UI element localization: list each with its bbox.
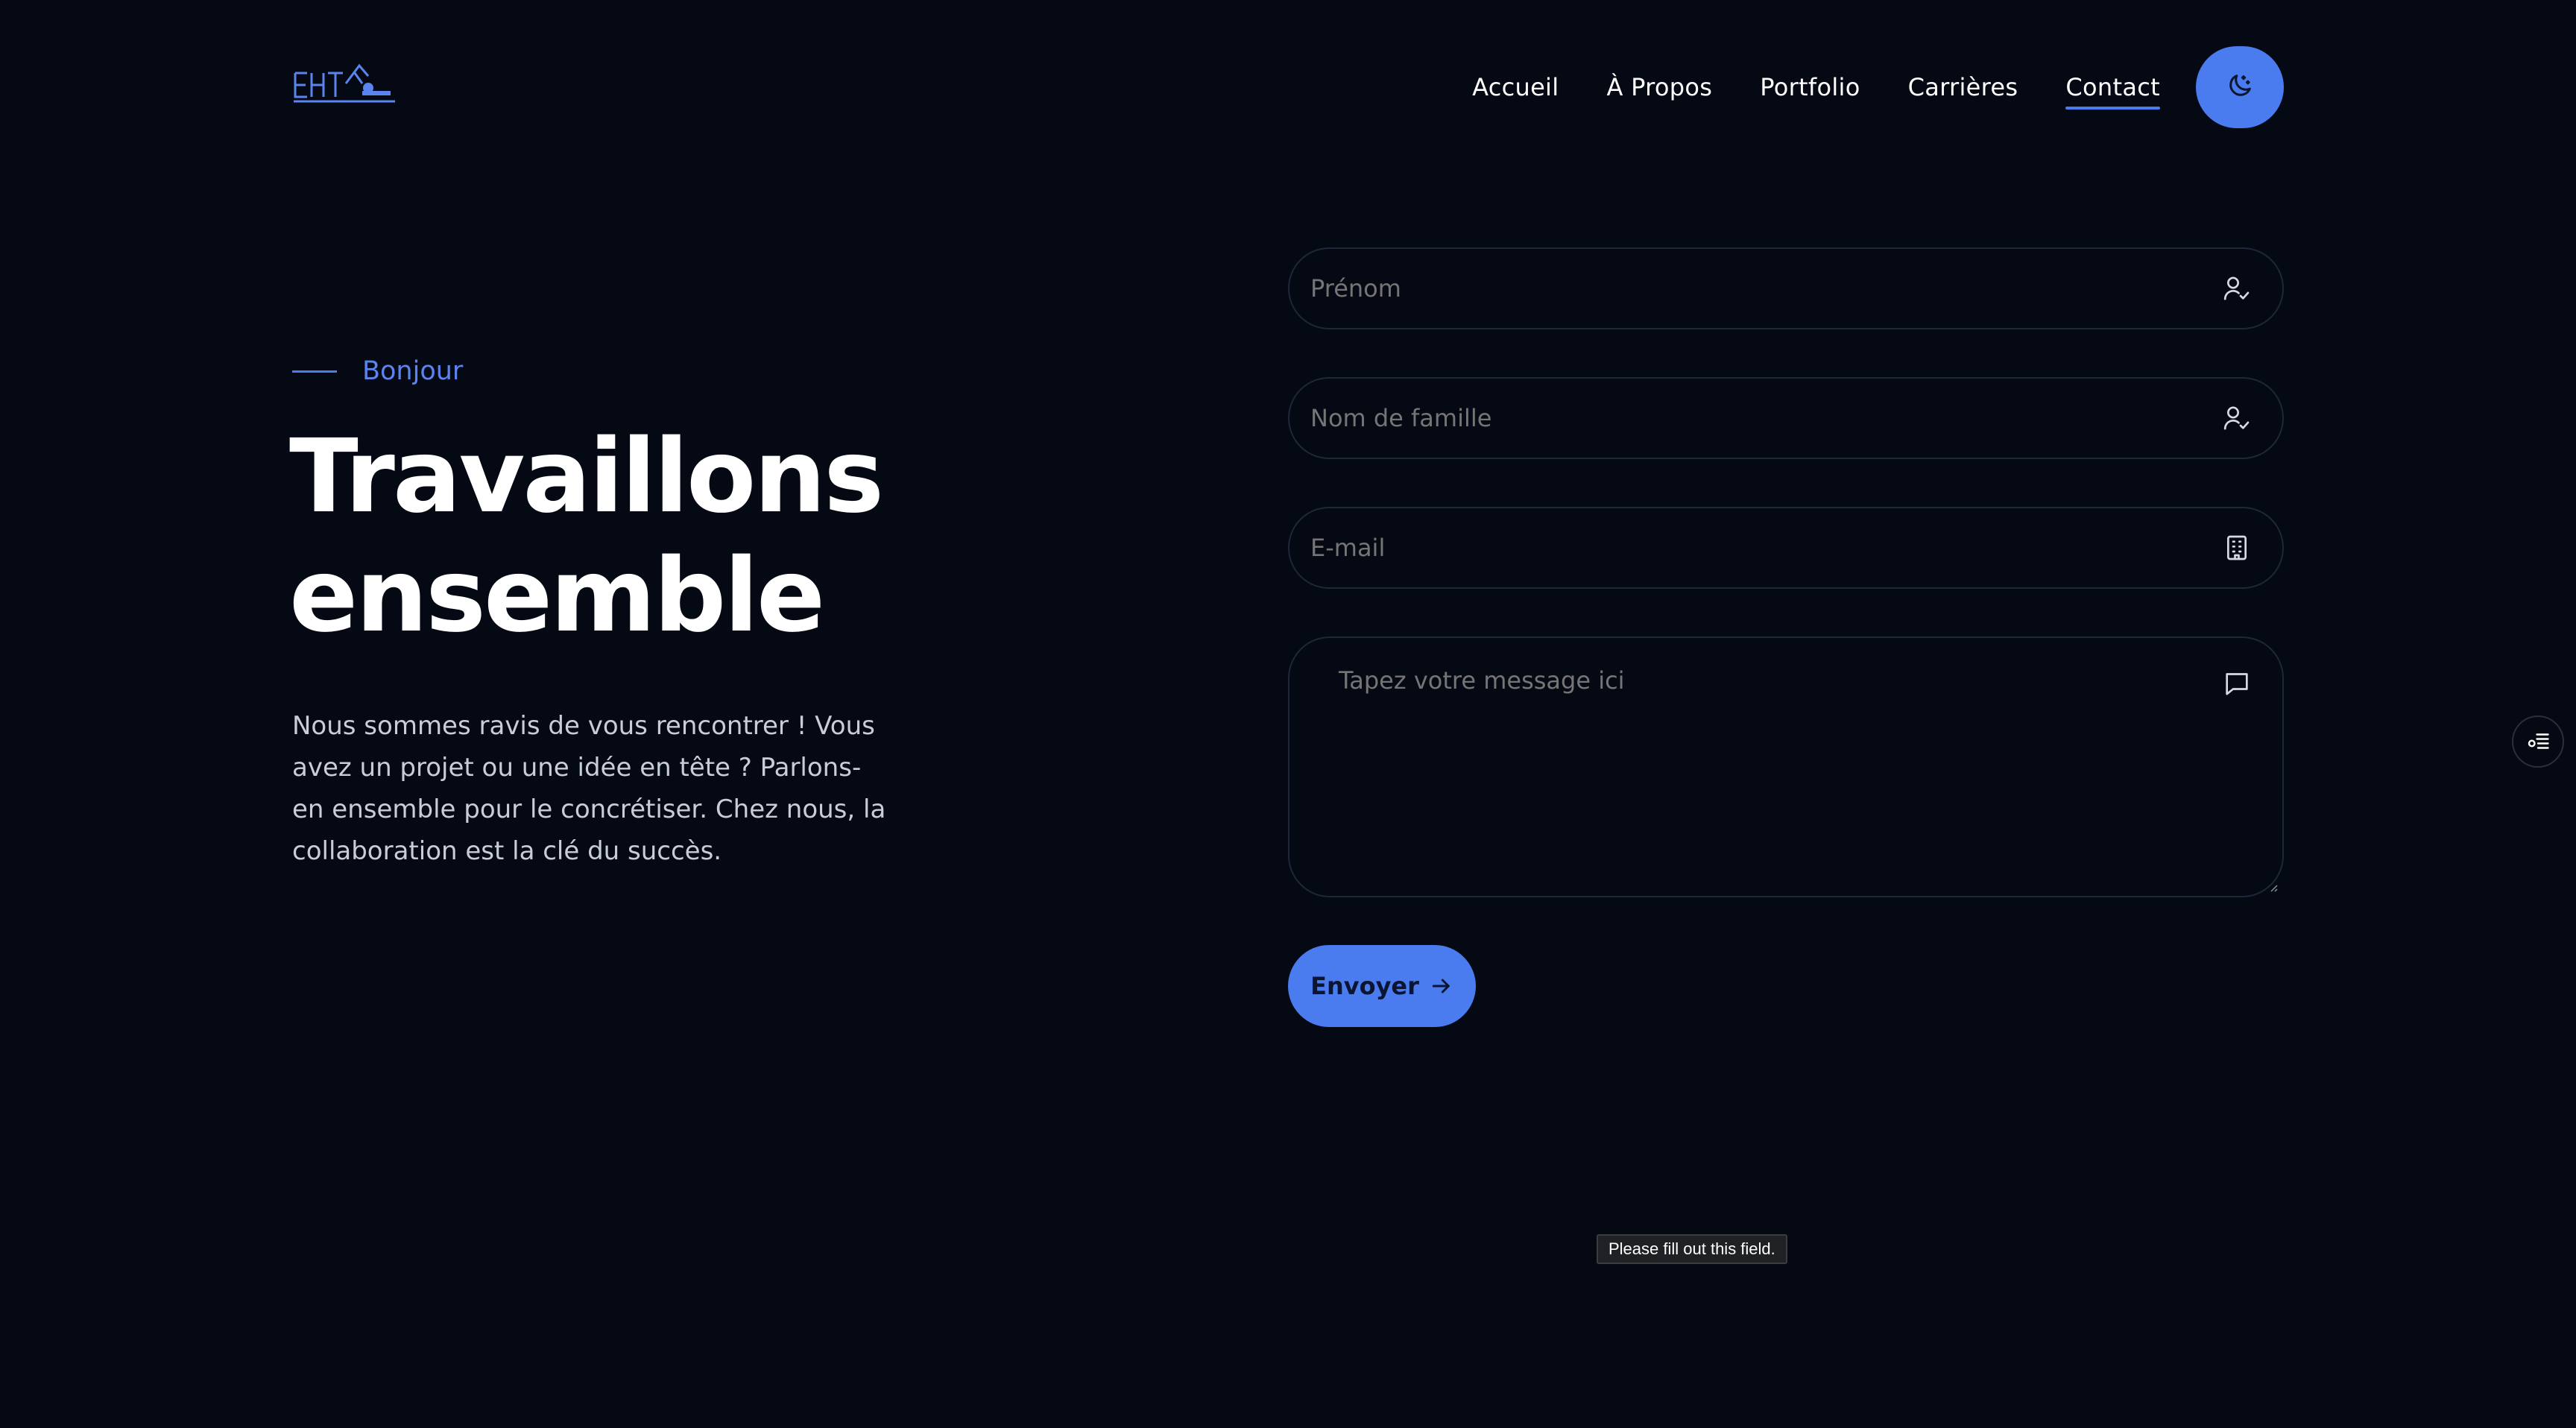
nav-link-contact[interactable]: Contact	[2065, 72, 2160, 110]
eyebrow-line	[292, 370, 337, 373]
page-title: Travaillons ensemble	[289, 417, 884, 656]
chat-icon	[2221, 668, 2253, 699]
user-check-icon	[2221, 273, 2253, 304]
email-input[interactable]	[1309, 533, 2221, 563]
building-icon	[2221, 532, 2253, 563]
contact-form: Envoyer	[1288, 247, 2284, 1027]
resize-handle[interactable]	[2267, 881, 2278, 892]
message-textarea[interactable]	[1337, 665, 2194, 873]
moon-icon	[2225, 71, 2255, 104]
user-check-icon	[2221, 402, 2253, 434]
page-title-line1: Travaillons	[289, 418, 884, 536]
eyebrow-text: Bonjour	[362, 356, 464, 386]
nav-link-carrieres[interactable]: Carrières	[1908, 72, 2018, 102]
nav-link-accueil[interactable]: Accueil	[1472, 72, 1559, 102]
hero-description: Nous sommes ravis de vous rencontrer ! V…	[292, 711, 886, 866]
eyebrow: Bonjour	[292, 356, 463, 386]
page-title-line2: ensemble	[289, 537, 825, 655]
submit-button-label: Envoyer	[1310, 972, 1419, 1000]
validation-tooltip: Please fill out this field.	[1597, 1234, 1787, 1264]
first-name-field-wrapper	[1288, 247, 2284, 329]
message-field-wrapper	[1288, 636, 2284, 897]
last-name-input[interactable]	[1309, 403, 2221, 433]
submit-button[interactable]: Envoyer	[1288, 945, 1476, 1027]
first-name-input[interactable]	[1309, 274, 2221, 303]
main-nav: Accueil À Propos Portfolio Carrières Con…	[1472, 46, 2284, 128]
email-field-wrapper	[1288, 507, 2284, 589]
theme-toggle-button[interactable]	[2196, 46, 2284, 128]
nav-link-portfolio[interactable]: Portfolio	[1760, 72, 1860, 102]
accessibility-settings-icon	[2525, 727, 2551, 756]
nav-link-a-propos[interactable]: À Propos	[1606, 72, 1712, 102]
site-logo[interactable]	[291, 58, 398, 110]
last-name-field-wrapper	[1288, 377, 2284, 459]
accessibility-widget-button[interactable]	[2512, 715, 2564, 768]
arrow-right-icon	[1430, 974, 1453, 998]
